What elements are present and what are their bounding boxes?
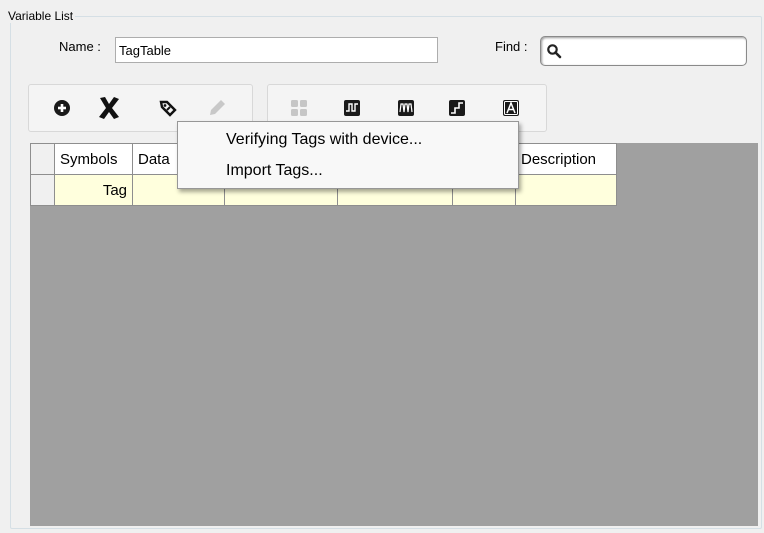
find-label: Find : xyxy=(495,39,528,54)
table-cell[interactable]: Tag xyxy=(54,174,133,206)
edit-button[interactable] xyxy=(204,95,230,121)
multi-wave-icon xyxy=(398,100,414,116)
text-a-icon xyxy=(503,100,519,116)
variable-list-panel: Variable List Name : Find : xyxy=(0,0,764,533)
search-icon xyxy=(547,44,562,59)
group-title: Variable List xyxy=(6,9,76,23)
step-button[interactable] xyxy=(444,95,470,121)
name-input[interactable] xyxy=(115,37,438,63)
find-field[interactable] xyxy=(540,36,747,66)
table-cell[interactable] xyxy=(515,174,617,206)
tag-button[interactable] xyxy=(155,95,181,121)
column-header[interactable]: Symbols xyxy=(54,143,133,175)
delete-button[interactable] xyxy=(96,95,122,121)
menu-item-import-tags[interactable]: Import Tags... xyxy=(226,162,323,180)
row-header[interactable] xyxy=(30,174,55,206)
menu-item-verify-tags[interactable]: Verifying Tags with device... xyxy=(226,131,422,149)
edit-pencil-icon xyxy=(210,100,225,115)
text-button[interactable] xyxy=(498,95,524,121)
add-button[interactable] xyxy=(49,95,75,121)
context-menu: Verifying Tags with device... Import Tag… xyxy=(177,121,519,189)
find-input[interactable] xyxy=(565,41,745,63)
delete-x-icon xyxy=(99,97,119,119)
pulse-wave-icon xyxy=(344,100,360,116)
step-icon xyxy=(449,100,465,116)
pulse-button[interactable] xyxy=(339,95,365,121)
multi-wave-button[interactable] xyxy=(393,95,419,121)
column-header[interactable]: Description xyxy=(515,143,617,175)
add-circle-icon xyxy=(54,100,70,116)
grid-icon xyxy=(291,100,307,116)
name-label: Name : xyxy=(59,39,101,54)
corner-header[interactable] xyxy=(30,143,55,175)
grid-button[interactable] xyxy=(286,95,312,121)
tag-icon xyxy=(159,100,177,117)
